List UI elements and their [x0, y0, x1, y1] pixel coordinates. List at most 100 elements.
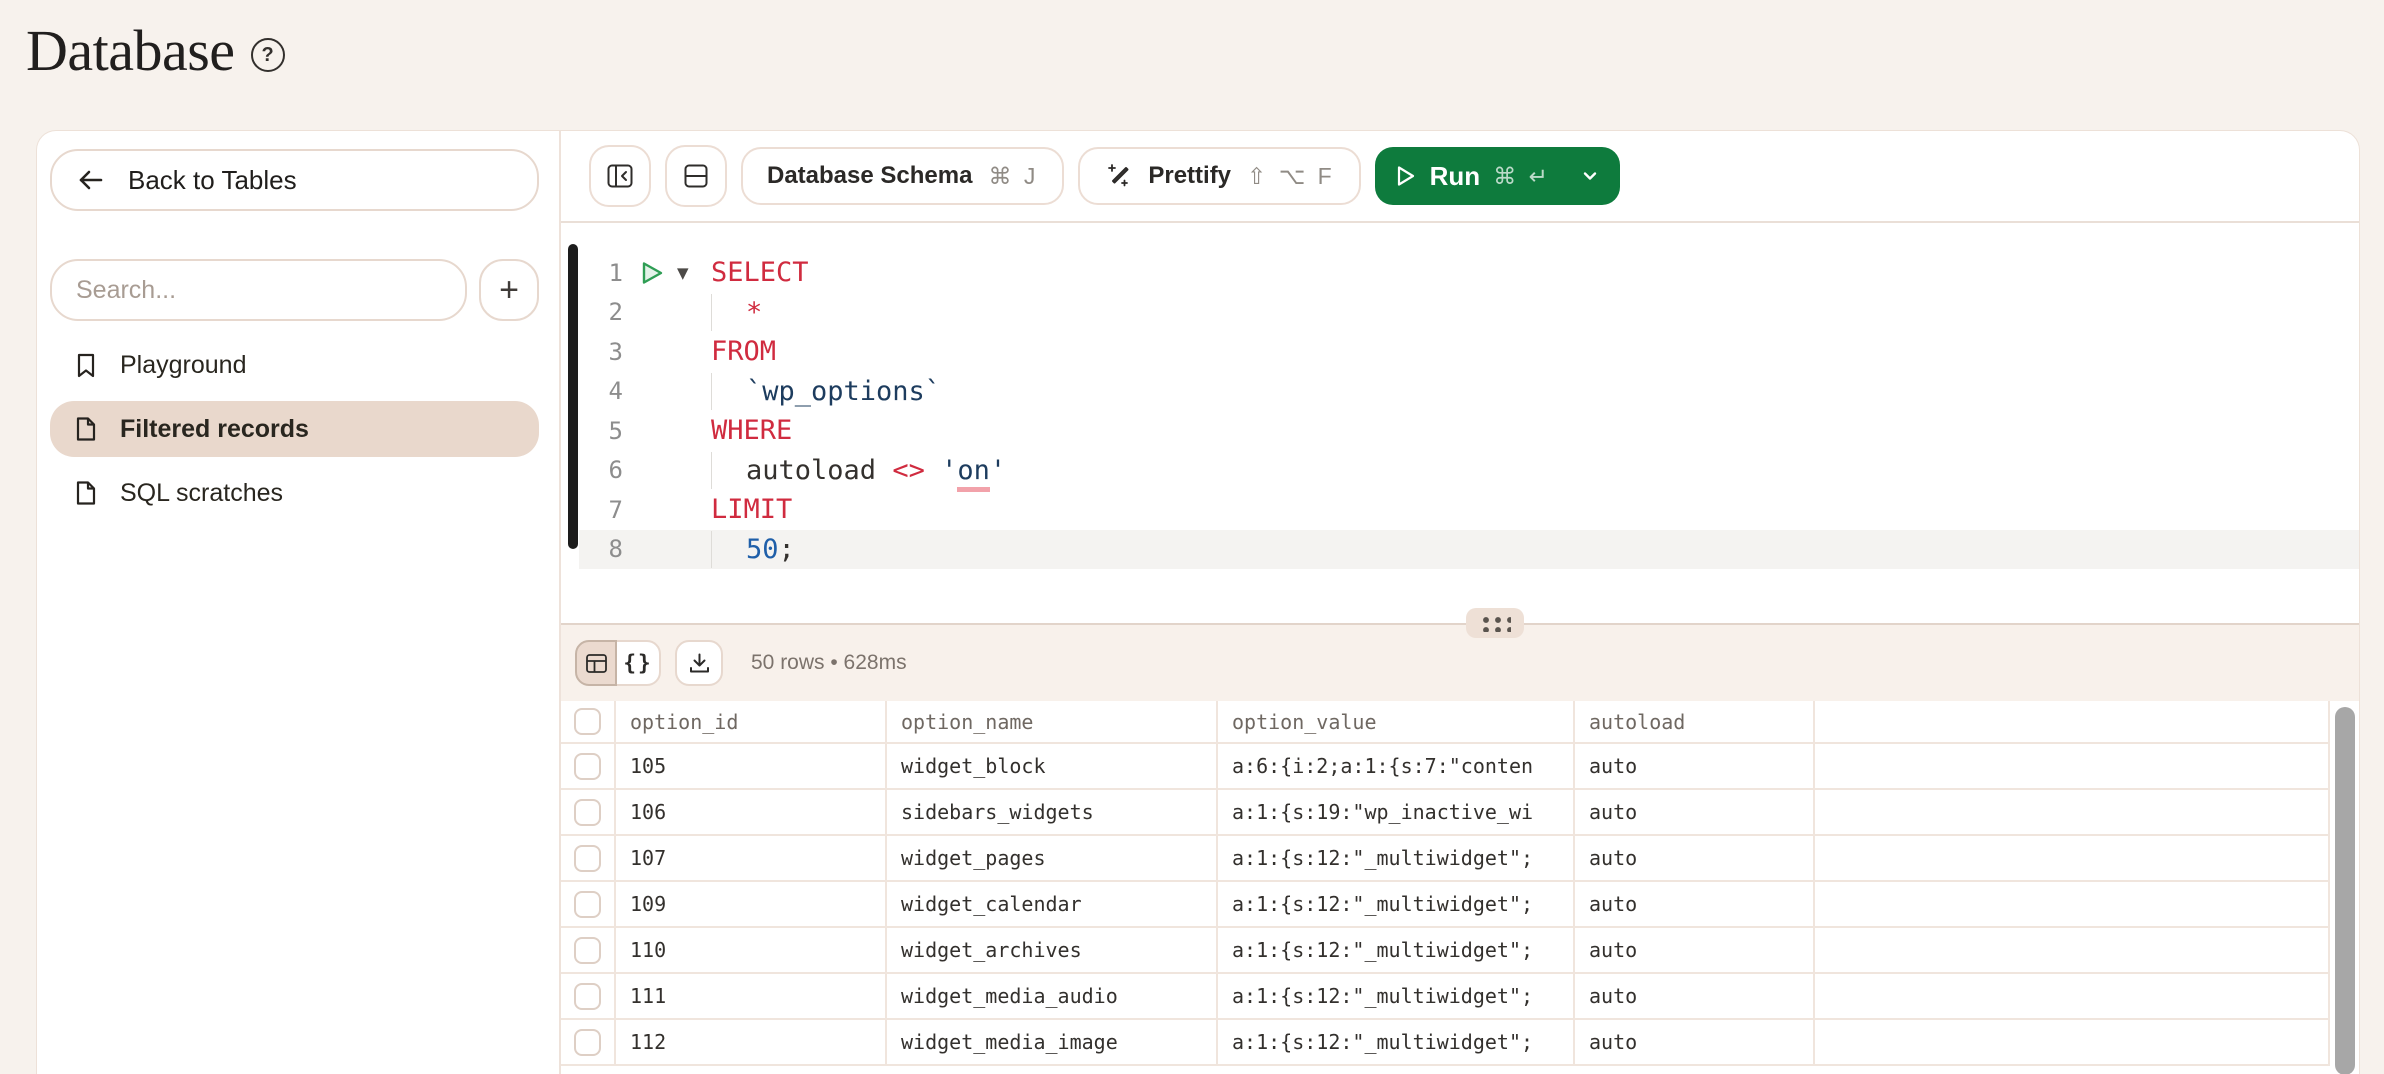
sql-editor[interactable]: 1▼SELECT2*3FROM4`wp_options`5WHERE6autol…: [561, 223, 2359, 623]
row-select-cell: [561, 835, 615, 881]
search-input[interactable]: [50, 259, 467, 321]
table-row[interactable]: 107widget_pagesa:1:{s:12:"_multiwidget";…: [561, 835, 2329, 881]
editor-scrollbar[interactable]: [568, 244, 578, 549]
indent-guide: [711, 531, 712, 568]
collapse-sidebar-button[interactable]: [589, 145, 651, 207]
code-text: autoload <> 'on': [711, 455, 1006, 486]
wand-icon: [1104, 162, 1132, 190]
add-query-button[interactable]: +: [479, 259, 539, 321]
chevron-down-icon: [1580, 166, 1600, 186]
code-text: 50;: [711, 534, 795, 565]
run-line-icon: [639, 260, 665, 286]
row-checkbox[interactable]: [574, 845, 601, 872]
database-schema-button[interactable]: Database Schema ⌘ J: [741, 147, 1064, 205]
column-header-option_id[interactable]: option_id: [615, 701, 886, 743]
sidebar-item-label: Filtered records: [120, 415, 309, 444]
editor-line: 2*: [561, 293, 2359, 333]
table-cell: auto: [1574, 1019, 1814, 1065]
select-all-checkbox[interactable]: [574, 708, 601, 735]
sidebar-item-sql-scratches[interactable]: SQL scratches: [50, 465, 539, 521]
row-checkbox[interactable]: [574, 891, 601, 918]
drag-handle[interactable]: [1466, 608, 1524, 638]
table-cell-filler: [1814, 973, 2329, 1019]
sidebar-item-filtered-records[interactable]: Filtered records: [50, 401, 539, 457]
table-cell-filler: [1814, 881, 2329, 927]
table-cell: widget_media_audio: [886, 973, 1217, 1019]
row-checkbox[interactable]: [574, 937, 601, 964]
table-row[interactable]: 110widget_archivesa:1:{s:12:"_multiwidge…: [561, 927, 2329, 973]
editor-toolbar: Database Schema ⌘ J Prettify ⇧ ⌥ F Run ⌘…: [561, 131, 2359, 223]
table-cell: auto: [1574, 743, 1814, 789]
back-to-tables-label: Back to Tables: [128, 165, 297, 196]
json-view-button[interactable]: {}: [615, 640, 661, 686]
indent-guide: [711, 294, 712, 331]
row-checkbox[interactable]: [574, 799, 601, 826]
download-button[interactable]: [675, 640, 723, 686]
page-title: Database: [26, 14, 235, 88]
editor-line: 6autoload <> 'on': [561, 451, 2359, 491]
table-view-icon: [584, 651, 609, 676]
row-checkbox[interactable]: [574, 983, 601, 1010]
table-cell: 109: [615, 881, 886, 927]
sidebar-item-playground[interactable]: Playground: [50, 337, 539, 393]
database-schema-shortcut: ⌘ J: [988, 163, 1038, 190]
run-dropdown-button[interactable]: [1580, 166, 1600, 186]
table-view-button[interactable]: [575, 640, 617, 686]
table-row[interactable]: 105widget_blocka:6:{i:2;a:1:{s:7:"conten…: [561, 743, 2329, 789]
saved-queries-list: Playground Filtered records SQL scratches: [50, 337, 539, 521]
database-schema-label: Database Schema: [767, 162, 972, 190]
grip-dots-icon: [1479, 614, 1511, 632]
column-header-autoload[interactable]: autoload: [1574, 701, 1814, 743]
pane-divider[interactable]: [561, 623, 2359, 625]
table-cell: sidebars_widgets: [886, 789, 1217, 835]
table-row[interactable]: 106sidebars_widgetsa:1:{s:19:"wp_inactiv…: [561, 789, 2329, 835]
sidebar: Back to Tables + Playground Filtered reco…: [37, 131, 561, 1074]
row-checkbox[interactable]: [574, 753, 601, 780]
select-all-cell: [561, 701, 615, 743]
table-cell-filler: [1814, 743, 2329, 789]
main-pane: Database Schema ⌘ J Prettify ⇧ ⌥ F Run ⌘…: [561, 131, 2359, 1074]
column-header-option_value[interactable]: option_value: [1217, 701, 1574, 743]
results-table-region: option_idoption_nameoption_valueautoload…: [561, 701, 2359, 1074]
file-icon: [72, 415, 100, 443]
view-switcher: {}: [575, 640, 661, 686]
split-rows-icon: [681, 161, 711, 191]
results-table: option_idoption_nameoption_valueautoload…: [561, 701, 2330, 1066]
row-select-cell: [561, 1019, 615, 1065]
prettify-shortcut: ⇧ ⌥ F: [1247, 163, 1335, 190]
column-header-filler: [1814, 701, 2329, 743]
results-scrollbar[interactable]: [2335, 707, 2355, 1074]
code-text: WHERE: [711, 415, 792, 446]
editor-line: 3FROM: [561, 332, 2359, 372]
prettify-button[interactable]: Prettify ⇧ ⌥ F: [1078, 147, 1360, 205]
table-row[interactable]: 109widget_calendara:1:{s:12:"_multiwidge…: [561, 881, 2329, 927]
arrow-left-icon: [76, 165, 106, 195]
panel-left-collapse-icon: [605, 161, 635, 191]
editor-line: 5WHERE: [561, 411, 2359, 451]
table-cell: 106: [615, 789, 886, 835]
row-checkbox[interactable]: [574, 1029, 601, 1056]
table-cell: 110: [615, 927, 886, 973]
run-button[interactable]: Run ⌘ ↵: [1375, 147, 1620, 205]
table-cell: 105: [615, 743, 886, 789]
app-header: Database ?: [0, 0, 2384, 130]
editor-line: 1▼SELECT: [561, 253, 2359, 293]
code-text: LIMIT: [711, 494, 792, 525]
run-label: Run: [1430, 161, 1481, 192]
split-horizontal-button[interactable]: [665, 145, 727, 207]
editor-line: 850;: [561, 530, 2359, 570]
line-gutter-markers: ▼: [623, 260, 711, 286]
help-icon[interactable]: ?: [251, 38, 285, 72]
editor-line: 7LIMIT: [561, 490, 2359, 530]
query-status: 50 rows • 628ms: [751, 651, 907, 675]
column-header-option_name[interactable]: option_name: [886, 701, 1217, 743]
fold-arrow-icon[interactable]: ▼: [677, 264, 689, 282]
table-cell-filler: [1814, 927, 2329, 973]
back-to-tables-button[interactable]: Back to Tables: [50, 149, 539, 211]
table-row[interactable]: 112widget_media_imagea:1:{s:12:"_multiwi…: [561, 1019, 2329, 1065]
bookmark-icon: [72, 351, 100, 379]
download-icon: [687, 651, 712, 676]
editor-line: 4`wp_options`: [561, 372, 2359, 412]
table-row[interactable]: 111widget_media_audioa:1:{s:12:"_multiwi…: [561, 973, 2329, 1019]
table-cell: widget_media_image: [886, 1019, 1217, 1065]
